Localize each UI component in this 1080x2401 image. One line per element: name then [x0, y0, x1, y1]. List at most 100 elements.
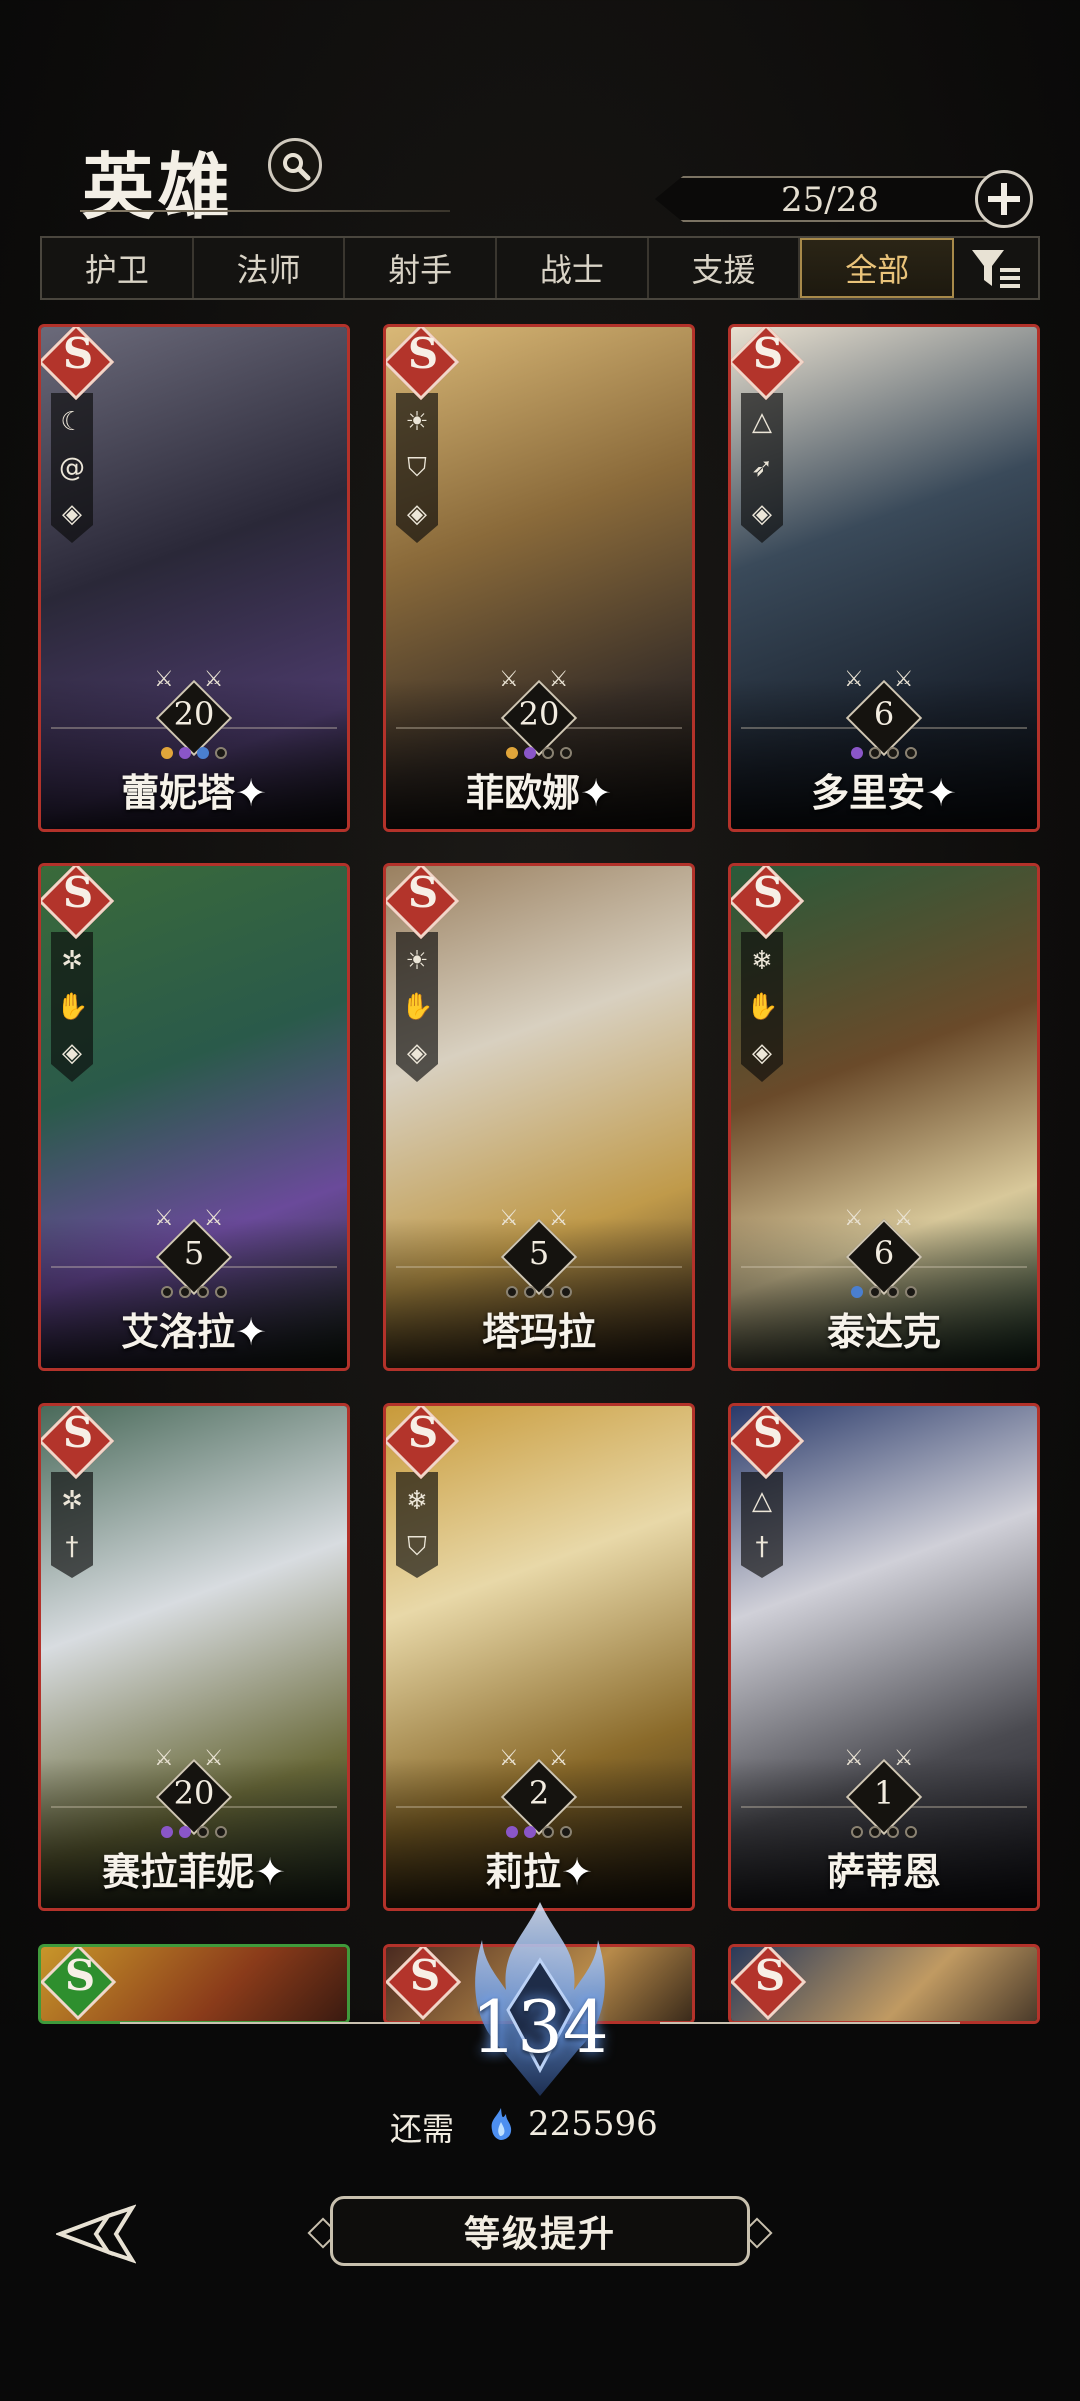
rank-letter: S	[752, 1408, 784, 1457]
tab-marksman[interactable]: 射手	[345, 238, 498, 298]
dagger-icon: †	[755, 1532, 769, 1562]
upgrade-dots	[41, 1286, 347, 1298]
upgrade-dot	[905, 1826, 917, 1838]
add-hero-slot-button[interactable]	[975, 170, 1033, 228]
hero-level: 5	[183, 1234, 205, 1272]
upgrade-dots	[386, 747, 692, 759]
upgrade-dot	[179, 1826, 191, 1838]
upgrade-dot	[542, 1826, 554, 1838]
hero-name-row: 赛拉菲妮✦	[41, 1841, 347, 1896]
hero-name: 菲欧娜	[466, 770, 581, 815]
account-level: 134	[471, 1985, 609, 2069]
search-icon	[283, 153, 311, 181]
upgrade-dots	[41, 1826, 347, 1838]
upgrade-dot	[542, 1286, 554, 1298]
hero-name-row: 多里安✦	[731, 762, 1037, 817]
dragon-icon: ◈	[407, 499, 427, 529]
upgrade-dots	[386, 1286, 692, 1298]
hand-icon: ✋	[746, 992, 779, 1022]
level-up-button[interactable]: 等级提升	[330, 2196, 750, 2266]
hero-name-row: 莉拉✦	[386, 1841, 692, 1896]
hero-card-partial[interactable]: S	[38, 1944, 350, 2024]
hero-name: 多里安	[811, 770, 926, 815]
upgrade-dot	[869, 1826, 881, 1838]
triangle-icon: △	[752, 1486, 772, 1516]
bow-icon: ➶	[751, 453, 773, 483]
rank-letter: S	[752, 868, 784, 917]
dagger-icon: †	[65, 1532, 79, 1562]
tab-guardian[interactable]: 护卫	[42, 238, 194, 298]
triangle-icon: △	[752, 407, 772, 437]
hero-name-row: 萨蒂恩	[731, 1841, 1037, 1896]
upgrade-dot	[560, 1826, 572, 1838]
hero-level: 6	[873, 1234, 895, 1272]
rank-letter: S	[62, 868, 94, 917]
hero-card[interactable]: ☀ ⛉ ◈ S ⚔⚔ 20 菲欧娜✦	[383, 324, 695, 832]
upgrade-dot	[851, 747, 863, 759]
hero-name: 萨蒂恩	[826, 1849, 941, 1894]
hero-name: 泰达克	[826, 1309, 941, 1354]
hero-card[interactable]: ❄ ✋ ◈ S ⚔⚔ 6 泰达克	[728, 863, 1040, 1371]
back-icon[interactable]	[56, 2204, 136, 2264]
snowflake-icon: ❄	[751, 946, 773, 976]
upgrade-dot	[197, 1826, 209, 1838]
class-filter-tabs: 护卫 法师 射手 战士 支援 全部	[40, 236, 1040, 300]
upgrade-dot	[560, 1286, 572, 1298]
spiral-icon: @	[59, 453, 85, 483]
search-button[interactable]	[268, 138, 322, 192]
tab-mage[interactable]: 法师	[194, 238, 346, 298]
upgrade-dot	[905, 747, 917, 759]
blue-flame-icon	[491, 2108, 512, 2140]
level-line-right	[660, 2022, 960, 2024]
hero-name: 蕾妮塔	[121, 770, 236, 815]
upgrade-dot	[905, 1286, 917, 1298]
hero-name: 艾洛拉	[121, 1309, 236, 1354]
hero-name: 赛拉菲妮	[102, 1849, 255, 1894]
hero-card[interactable]: ☀ ✋ ◈ S ⚔⚔ 5 塔玛拉	[383, 863, 695, 1371]
exp-needed-label: 还需	[390, 2110, 455, 2148]
tab-support[interactable]: 支援	[649, 238, 801, 298]
upgrade-dot	[542, 747, 554, 759]
rank-letter: S	[62, 329, 94, 378]
upgrade-dot	[869, 1286, 881, 1298]
dragon-icon: ◈	[752, 499, 772, 529]
hero-count: 25/28	[781, 180, 879, 220]
hand-icon: ✋	[56, 992, 89, 1022]
exp-needed-value: 225596	[528, 2104, 658, 2144]
bat-icon: ☾	[60, 407, 84, 437]
shield-icon: ⛉	[407, 1532, 427, 1562]
tab-warrior[interactable]: 战士	[497, 238, 649, 298]
hero-level: 2	[528, 1774, 550, 1812]
upgrade-dot	[506, 1826, 518, 1838]
hero-card[interactable]: ✲ ✋ ◈ S ⚔⚔ 5 艾洛拉✦	[38, 863, 350, 1371]
hero-name-row: 艾洛拉✦	[41, 1301, 347, 1356]
hero-card[interactable]: △ † S ⚔⚔ 1 萨蒂恩	[728, 1403, 1040, 1911]
dragon-icon: ◈	[62, 499, 82, 529]
upgrade-dot	[851, 1826, 863, 1838]
upgrade-dot	[524, 1826, 536, 1838]
title-divider	[80, 210, 450, 212]
dragon-icon: ◈	[752, 1038, 772, 1068]
upgrade-dots	[731, 1286, 1037, 1298]
upgrade-dot	[560, 747, 572, 759]
sun-icon: ☀	[405, 407, 429, 437]
hero-name-row: 蕾妮塔✦	[41, 762, 347, 817]
upgrade-dot	[179, 747, 191, 759]
hero-card-partial[interactable]: S	[728, 1944, 1040, 2024]
hero-level: 1	[873, 1774, 895, 1812]
hero-name-row: 塔玛拉	[386, 1301, 692, 1356]
hero-card[interactable]: ❄ ⛉ S ⚔⚔ 2 莉拉✦	[383, 1403, 695, 1911]
hero-card[interactable]: ✲ † S ⚔⚔ 20 赛拉菲妮✦	[38, 1403, 350, 1911]
filter-sort-button[interactable]	[954, 238, 1038, 298]
tree-icon: ✲	[61, 1486, 83, 1516]
page-title: 英雄	[82, 144, 235, 229]
filter-icon	[972, 250, 1021, 288]
hero-card[interactable]: △ ➶ ◈ S ⚔⚔ 6 多里安✦	[728, 324, 1040, 832]
rank-letter: S	[407, 1408, 439, 1457]
tab-all[interactable]: 全部	[800, 238, 955, 298]
upgrade-dot	[524, 747, 536, 759]
dragon-icon: ◈	[407, 1038, 427, 1068]
upgrade-dot	[161, 747, 173, 759]
hero-level: 5	[528, 1234, 550, 1272]
hero-card[interactable]: ☾ @ ◈ S ⚔⚔ 20 蕾妮塔✦	[38, 324, 350, 832]
